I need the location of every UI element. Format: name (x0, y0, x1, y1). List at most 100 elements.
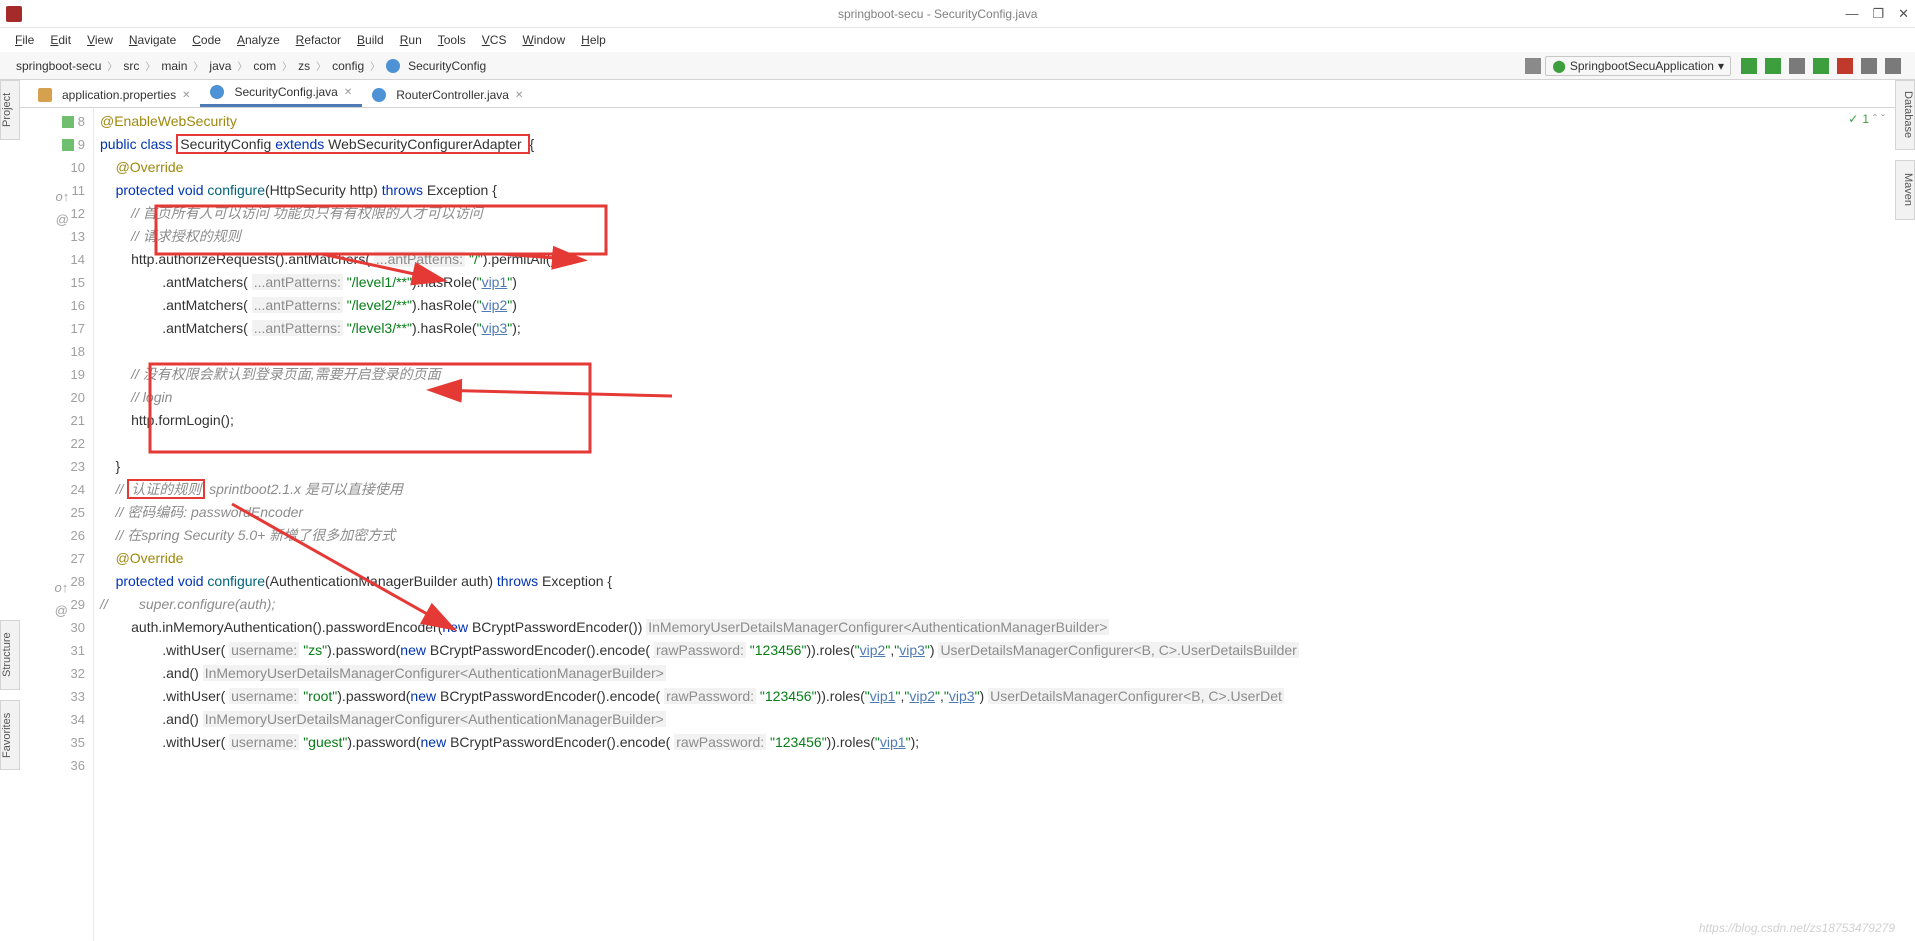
code-line[interactable]: .withUser( username: "guest").password(n… (94, 731, 1893, 754)
menu-analyze[interactable]: Analyze (230, 31, 287, 49)
structure-tool-stub[interactable]: Structure (0, 620, 20, 690)
build-icon[interactable] (1525, 58, 1541, 74)
code-line[interactable]: .withUser( username: "zs").password(new … (94, 639, 1893, 662)
run-line-icon[interactable] (62, 139, 74, 151)
gutter-line: 22 (22, 432, 93, 455)
database-tool-stub[interactable]: Database (1895, 80, 1915, 150)
close-tab-icon[interactable]: ✕ (344, 87, 352, 98)
breadcrumb-seg[interactable]: com (247, 57, 282, 75)
override-icon[interactable]: o↑ @ (55, 576, 67, 588)
editor-tab[interactable]: application.properties✕ (28, 83, 200, 107)
editor-tab[interactable]: SecurityConfig.java✕ (200, 80, 362, 107)
gutter-line: 31 (22, 639, 93, 662)
override-icon[interactable]: o↑ @ (56, 185, 68, 197)
chevron-down-icon[interactable]: ˇ (1881, 112, 1885, 126)
menu-refactor[interactable]: Refactor (289, 31, 348, 49)
editor[interactable]: 8910o↑ @11121314151617181920212223242526… (22, 108, 1893, 941)
update-icon[interactable] (1861, 58, 1877, 74)
debug-icon[interactable] (1765, 58, 1781, 74)
code-line[interactable]: protected void configure(HttpSecurity ht… (94, 179, 1893, 202)
code-line[interactable]: // 没有权限会默认到登录页面,需要开启登录的页面 (94, 363, 1893, 386)
maximize-button[interactable]: ❐ (1872, 6, 1884, 22)
menu-view[interactable]: View (80, 31, 120, 49)
close-tab-icon[interactable]: ✕ (182, 90, 190, 101)
stop-icon[interactable] (1837, 58, 1853, 74)
coverage-icon[interactable] (1789, 58, 1805, 74)
code-line[interactable]: .and() InMemoryUserDetailsManagerConfigu… (94, 662, 1893, 685)
breadcrumb-seg[interactable]: main (155, 57, 193, 75)
file-icon (372, 88, 386, 102)
code-line[interactable] (94, 432, 1893, 455)
menu-file[interactable]: File (8, 31, 41, 49)
menu-code[interactable]: Code (185, 31, 228, 49)
breadcrumb-seg[interactable]: config (326, 57, 370, 75)
dropdown-icon: ▾ (1718, 59, 1724, 73)
breadcrumb-seg[interactable]: springboot-secu (10, 57, 107, 75)
code-line[interactable] (94, 754, 1893, 777)
menu-run[interactable]: Run (393, 31, 429, 49)
gutter-line: 17 (22, 317, 93, 340)
breadcrumb-seg[interactable]: zs (292, 57, 316, 75)
breadcrumb: springboot-secu〉src〉main〉java〉com〉zs〉con… (10, 57, 492, 75)
code-line[interactable]: // login (94, 386, 1893, 409)
check-icon: ✓ (1848, 112, 1858, 126)
window-buttons: — ❐ ✕ (1845, 6, 1909, 22)
menu-edit[interactable]: Edit (43, 31, 78, 49)
gutter-line: 25 (22, 501, 93, 524)
code-line[interactable]: protected void configure(AuthenticationM… (94, 570, 1893, 593)
run-line-icon[interactable] (62, 116, 74, 128)
run-config-selector[interactable]: ⬤ SpringbootSecuApplication ▾ (1545, 56, 1731, 76)
gutter-line: 30 (22, 616, 93, 639)
breadcrumb-seg[interactable]: src (117, 57, 145, 75)
code-line[interactable]: .antMatchers( ...antPatterns: "/level3/*… (94, 317, 1893, 340)
menu-build[interactable]: Build (350, 31, 391, 49)
search-icon[interactable] (1885, 58, 1901, 74)
close-button[interactable]: ✕ (1898, 6, 1909, 22)
code-line[interactable]: // 密码编码: passwordEncoder (94, 501, 1893, 524)
editor-status: ✓ 1 ˆ ˇ (1848, 112, 1885, 126)
breadcrumb-seg[interactable]: java (203, 57, 237, 75)
gutter-line: 8 (22, 110, 93, 133)
code-line[interactable]: // 请求授权的规则 (94, 225, 1893, 248)
code-line[interactable]: @Override (94, 547, 1893, 570)
gutter-line: 16 (22, 294, 93, 317)
gutter-line: 21 (22, 409, 93, 432)
code-line[interactable]: http.formLogin(); (94, 409, 1893, 432)
chevron-up-icon[interactable]: ˆ (1873, 112, 1877, 126)
minimize-button[interactable]: — (1845, 6, 1858, 22)
code-line[interactable]: // 首页所有人可以访问 功能页只有有权限的人才可以访问 (94, 202, 1893, 225)
editor-tab[interactable]: RouterController.java✕ (362, 83, 533, 107)
code-line[interactable]: @Override (94, 156, 1893, 179)
code-line[interactable]: auth.inMemoryAuthentication().passwordEn… (94, 616, 1893, 639)
menu-navigate[interactable]: Navigate (122, 31, 183, 49)
project-tool-stub[interactable]: Project (0, 80, 20, 140)
favorites-tool-stub[interactable]: Favorites (0, 700, 20, 770)
watermark: https://blog.csdn.net/zs18753479279 (1699, 921, 1895, 935)
run-icon[interactable] (1741, 58, 1757, 74)
profile-icon[interactable] (1813, 58, 1829, 74)
code-line[interactable]: http.authorizeRequests().antMatchers( ..… (94, 248, 1893, 271)
code-line[interactable]: @EnableWebSecurity (94, 110, 1893, 133)
window-title: springboot-secu - SecurityConfig.java (30, 7, 1845, 21)
code-line[interactable]: } (94, 455, 1893, 478)
maven-tool-stub[interactable]: Maven (1895, 160, 1915, 220)
breadcrumb-seg[interactable]: SecurityConfig (380, 57, 492, 75)
code-line[interactable]: // super.configure(auth); (94, 593, 1893, 616)
code-line[interactable]: .withUser( username: "root").password(ne… (94, 685, 1893, 708)
gutter-line: 27 (22, 547, 93, 570)
menu-window[interactable]: Window (515, 31, 572, 49)
menu-help[interactable]: Help (574, 31, 613, 49)
menu-vcs[interactable]: VCS (475, 31, 514, 49)
menu-tools[interactable]: Tools (431, 31, 473, 49)
code-line[interactable] (94, 340, 1893, 363)
code-line[interactable]: .antMatchers( ...antPatterns: "/level1/*… (94, 271, 1893, 294)
leaf-icon: ⬤ (1552, 59, 1565, 73)
code-line[interactable]: // 在spring Security 5.0+ 新增了很多加密方式 (94, 524, 1893, 547)
code-line[interactable]: .antMatchers( ...antPatterns: "/level2/*… (94, 294, 1893, 317)
gutter-line: 18 (22, 340, 93, 363)
code-area[interactable]: @EnableWebSecuritypublic class SecurityC… (94, 108, 1893, 941)
code-line[interactable]: .and() InMemoryUserDetailsManagerConfigu… (94, 708, 1893, 731)
code-line[interactable]: public class SecurityConfig extends WebS… (94, 133, 1893, 156)
close-tab-icon[interactable]: ✕ (515, 90, 523, 101)
code-line[interactable]: // 认证的规则 sprintboot2.1.x 是可以直接使用 (94, 478, 1893, 501)
